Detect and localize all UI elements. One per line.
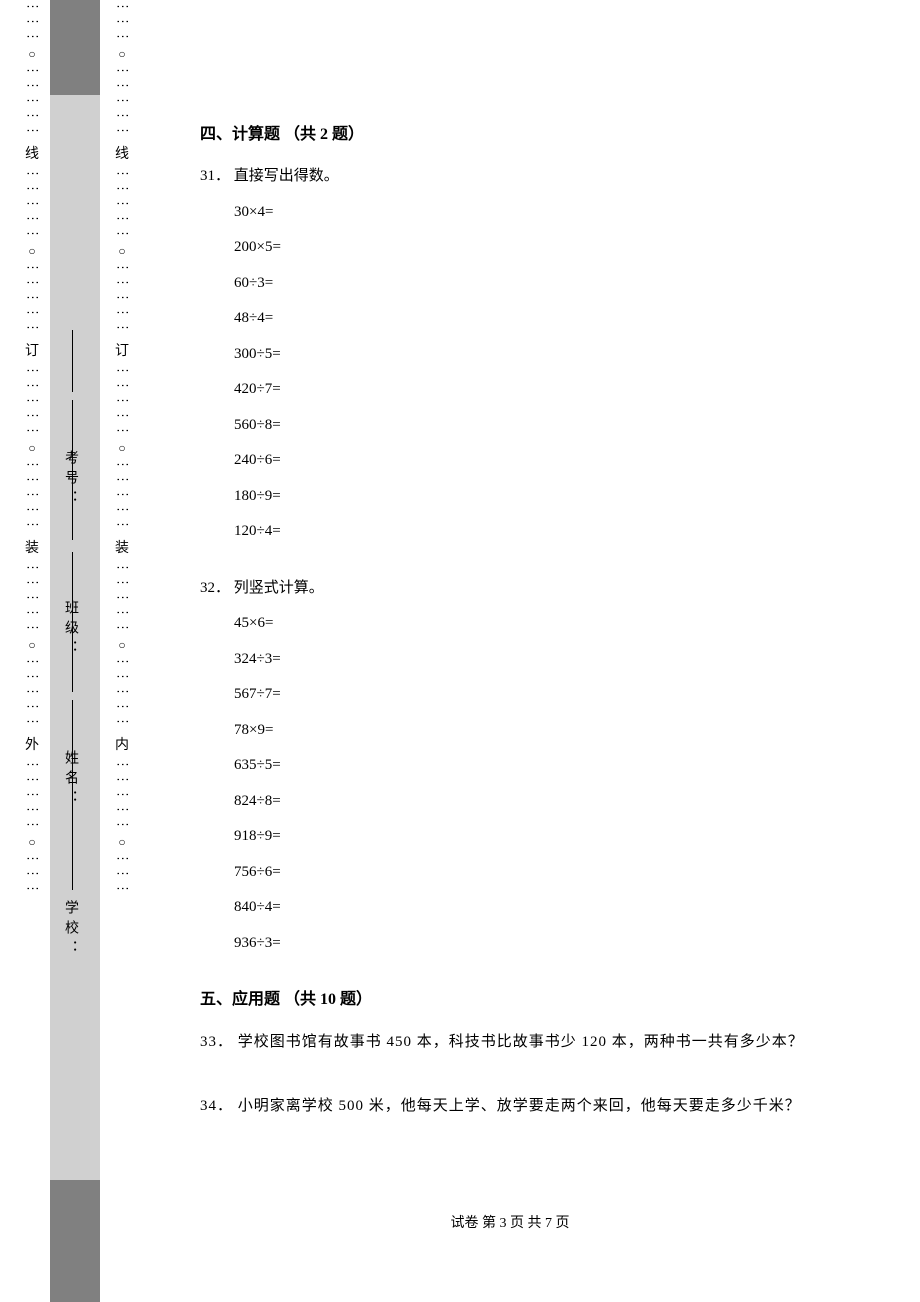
q33-number: 33． [200, 1034, 233, 1050]
q32-eq: 324÷3= [234, 645, 880, 674]
q31-eq: 300÷5= [234, 340, 880, 369]
q31-eq: 560÷8= [234, 411, 880, 440]
q32-number: 32． [200, 580, 230, 596]
question-33: 33． 学校图书馆有故事书 450 本，科技书比故事书少 120 本，两种书一共… [200, 1028, 880, 1057]
binding-column-outer: ⋮⋮⋮○ ⋮⋮⋮⋮⋮线 ⋮⋮⋮⋮⋮○ ⋮⋮⋮⋮⋮订 ⋮⋮⋮⋮⋮○ ⋮⋮⋮⋮⋮装 … [18, 0, 48, 1302]
binding-line-examno [72, 330, 73, 392]
question-34: 34． 小明家离学校 500 米，他每天上学、放学要走两个来回，他每天要走多少千… [200, 1092, 880, 1121]
q32-eq: 918÷9= [234, 822, 880, 851]
binding-gray-top [50, 0, 100, 95]
q31-eq: 30×4= [234, 198, 880, 227]
q31-number: 31． [200, 168, 230, 184]
q31-equations: 30×4= 200×5= 60÷3= 48÷4= 300÷5= 420÷7= 5… [200, 198, 880, 546]
binding-inner-label: 内 [115, 734, 131, 754]
q31-eq: 120÷4= [234, 517, 880, 546]
page-content: 四、计算题 （共 2 题） 31． 直接写出得数。 30×4= 200×5= 6… [200, 100, 880, 1157]
q32-text: 列竖式计算。 [234, 580, 324, 596]
q34-text: 小明家离学校 500 米，他每天上学、放学要走两个来回，他每天要走多少千米？ [238, 1098, 801, 1114]
section-4-title: 四、计算题 （共 2 题） [200, 120, 880, 150]
q31-eq: 200×5= [234, 233, 880, 262]
q31-eq: 420÷7= [234, 375, 880, 404]
q32-eq: 635÷5= [234, 751, 880, 780]
binding-label-class: 班级： [60, 600, 80, 660]
q32-eq: 756÷6= [234, 858, 880, 887]
binding-label-examno: 考号： [60, 450, 80, 510]
q32-eq: 45×6= [234, 609, 880, 638]
q32-eq: 78×9= [234, 716, 880, 745]
binding-outer-label: 外 [25, 734, 41, 754]
binding-gray-bottom [50, 1180, 100, 1302]
q32-eq: 840÷4= [234, 893, 880, 922]
question-31: 31． 直接写出得数。 30×4= 200×5= 60÷3= 48÷4= 300… [200, 162, 880, 546]
binding-char-line-inner: 线 [115, 143, 131, 163]
q32-equations: 45×6= 324÷3= 567÷7= 78×9= 635÷5= 824÷8= … [200, 609, 880, 957]
q31-eq: 60÷3= [234, 269, 880, 298]
binding-char-bind-inner: 装 [115, 537, 131, 557]
q33-text: 学校图书馆有故事书 450 本，科技书比故事书少 120 本，两种书一共有多少本… [238, 1034, 804, 1050]
q31-eq: 48÷4= [234, 304, 880, 333]
q32-eq: 824÷8= [234, 787, 880, 816]
q32-eq: 567÷7= [234, 680, 880, 709]
q31-text: 直接写出得数。 [234, 168, 339, 184]
q31-eq: 180÷9= [234, 482, 880, 511]
binding-char-bind: 装 [25, 537, 41, 557]
q31-eq: 240÷6= [234, 446, 880, 475]
binding-char-order-inner: 订 [115, 340, 131, 360]
binding-char-order: 订 [25, 340, 41, 360]
section-5-title: 五、应用题 （共 10 题） [200, 985, 880, 1015]
page-footer: 试卷 第 3 页 共 7 页 [351, 1212, 570, 1232]
binding-column-inner: ⋮⋮⋮○ ⋮⋮⋮⋮⋮线 ⋮⋮⋮⋮⋮○ ⋮⋮⋮⋮⋮订 ⋮⋮⋮⋮⋮○ ⋮⋮⋮⋮⋮装 … [108, 0, 138, 1302]
question-32: 32． 列竖式计算。 45×6= 324÷3= 567÷7= 78×9= 635… [200, 574, 880, 958]
q34-number: 34． [200, 1098, 233, 1114]
binding-label-school: 学校： [60, 900, 80, 960]
q32-eq: 936÷3= [234, 929, 880, 958]
binding-label-name: 姓名： [60, 750, 80, 810]
binding-char-line: 线 [25, 143, 41, 163]
